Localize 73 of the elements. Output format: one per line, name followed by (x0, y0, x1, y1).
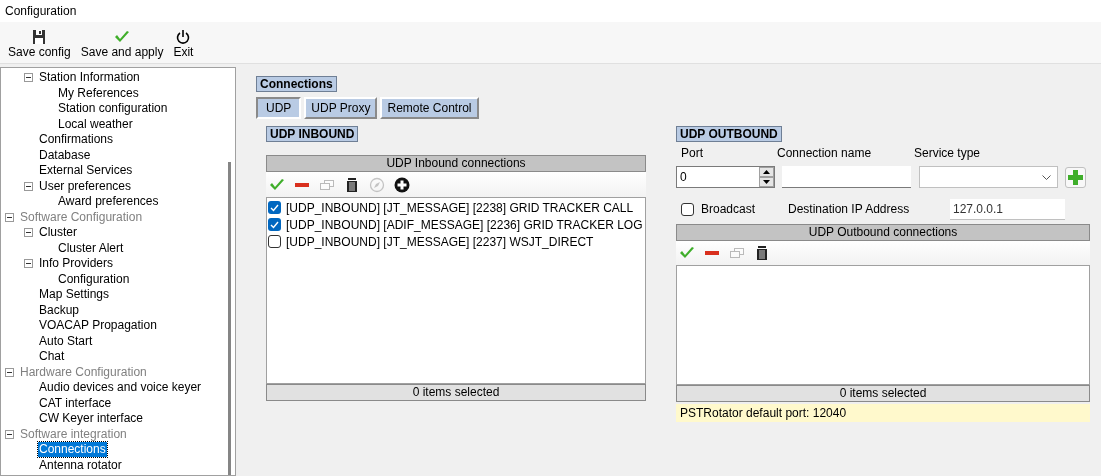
add-button[interactable] (1065, 166, 1086, 188)
tree-item[interactable]: Connections (38, 442, 107, 458)
tab[interactable]: UDP (256, 97, 302, 119)
collapse-icon[interactable] (24, 259, 33, 269)
tree-item[interactable]: Chat (38, 349, 66, 365)
tree-category[interactable]: Hardware Configuration (19, 364, 148, 380)
exit-button[interactable]: Exit (171, 29, 196, 59)
service-type-label: Service type (914, 145, 981, 162)
tree-item[interactable]: Backup (38, 302, 81, 318)
tree-item[interactable]: Station Information (38, 70, 141, 86)
tree-item[interactable]: My References (57, 85, 140, 101)
ip-address-label: Destination IP Address (788, 201, 911, 218)
plus-circle-icon[interactable] (394, 176, 410, 193)
power-icon (175, 29, 192, 45)
list-footer: 0 items selected (676, 385, 1090, 402)
list-header: UDP Outbound connections (676, 224, 1090, 241)
broadcast-label: Broadcast (701, 201, 757, 218)
trash-icon[interactable] (344, 176, 360, 193)
checkbox[interactable] (268, 235, 281, 248)
tree-item[interactable]: CW Keyer interface (38, 411, 145, 427)
scrollbar[interactable] (228, 162, 231, 475)
tree-item[interactable]: Cluster (38, 225, 78, 241)
section-title: Connections (256, 76, 337, 92)
connection-entry[interactable]: [UDP_INBOUND] [JT_MESSAGE] [2238] GRID TRACKER CALL (286, 198, 634, 217)
collapse-icon[interactable] (5, 212, 14, 222)
collapse-icon[interactable] (24, 73, 33, 83)
tree-item[interactable]: Station configuration (57, 101, 169, 117)
group-title: UDP INBOUND (266, 126, 359, 142)
connection-name-label: Connection name (777, 145, 873, 162)
tree-item[interactable]: VOACAP Propagation (38, 318, 158, 334)
spin-arrows-icon[interactable] (759, 167, 774, 187)
checkbox[interactable] (268, 201, 281, 214)
tree-category[interactable]: Software Configuration (19, 209, 144, 225)
tree-item[interactable]: Local weather (57, 116, 134, 132)
port-spinbox[interactable]: 0 (676, 166, 775, 188)
tree-item[interactable]: External Services (38, 163, 134, 179)
plus-icon (1068, 169, 1083, 185)
tree-item[interactable]: CAT interface (38, 395, 113, 411)
tree-item[interactable]: Confirmations (38, 132, 115, 148)
tree-item[interactable]: Info Providers (38, 256, 115, 272)
trash-icon[interactable] (754, 245, 770, 261)
tree-item[interactable]: Cluster Alert (57, 240, 125, 256)
list-header: UDP Inbound connections (266, 155, 646, 172)
tab[interactable]: Remote Control (380, 97, 479, 119)
tree-item[interactable]: Audio devices and voice keyer (38, 380, 203, 396)
tree-item[interactable]: Award preferences (57, 194, 160, 210)
group-title: UDP OUTBOUND (676, 126, 782, 142)
tab[interactable]: UDP Proxy (304, 97, 378, 119)
connection-name-field[interactable] (782, 166, 911, 188)
window-title: Configuration (5, 3, 77, 20)
tree-category[interactable]: Software integration (19, 426, 128, 442)
tree-item[interactable]: User preferences (38, 178, 133, 194)
save-config-button[interactable]: Save config (6, 29, 73, 59)
tree-item[interactable]: Database (38, 147, 92, 163)
tree-item[interactable]: Antenna rotator (38, 457, 123, 473)
collapse-icon[interactable] (5, 429, 14, 439)
checkbox[interactable] (268, 218, 281, 231)
port-label: Port (680, 145, 704, 162)
info-note: PSTRotator default port: 12040 (676, 404, 1090, 422)
collapse-icon[interactable] (5, 367, 14, 377)
connection-list[interactable]: [UDP_INBOUND] [JT_MESSAGE] [2238] GRID TRACKER CALL [UDP_INBOUND] [ADIF_MESSAGE] [2236] GRID TRACKER LOG [UDP_INBOUND] [JT_MESSAGE] [2237] WSJT_DIRECT (266, 197, 646, 384)
save-and-apply-button[interactable]: Save and apply (78, 29, 166, 59)
tree-item[interactable]: Configuration (57, 271, 131, 287)
ip-address-field[interactable]: 127.0.0.1 (950, 198, 1065, 220)
tree-item[interactable]: Auto Start (38, 333, 94, 349)
collapse-icon[interactable] (24, 181, 33, 191)
connection-entry[interactable]: [UDP_INBOUND] [JT_MESSAGE] [2237] WSJT_DIRECT (286, 232, 594, 251)
broadcast-checkbox[interactable] (681, 202, 694, 216)
chevron-down-icon (1042, 174, 1051, 180)
tree-item[interactable]: Map Settings (38, 287, 111, 303)
connection-entry[interactable]: [UDP_INBOUND] [ADIF_MESSAGE] [2236] GRID TRACKER LOG (286, 215, 643, 234)
collapse-icon[interactable] (24, 228, 33, 238)
list-footer: 0 items selected (266, 384, 646, 401)
